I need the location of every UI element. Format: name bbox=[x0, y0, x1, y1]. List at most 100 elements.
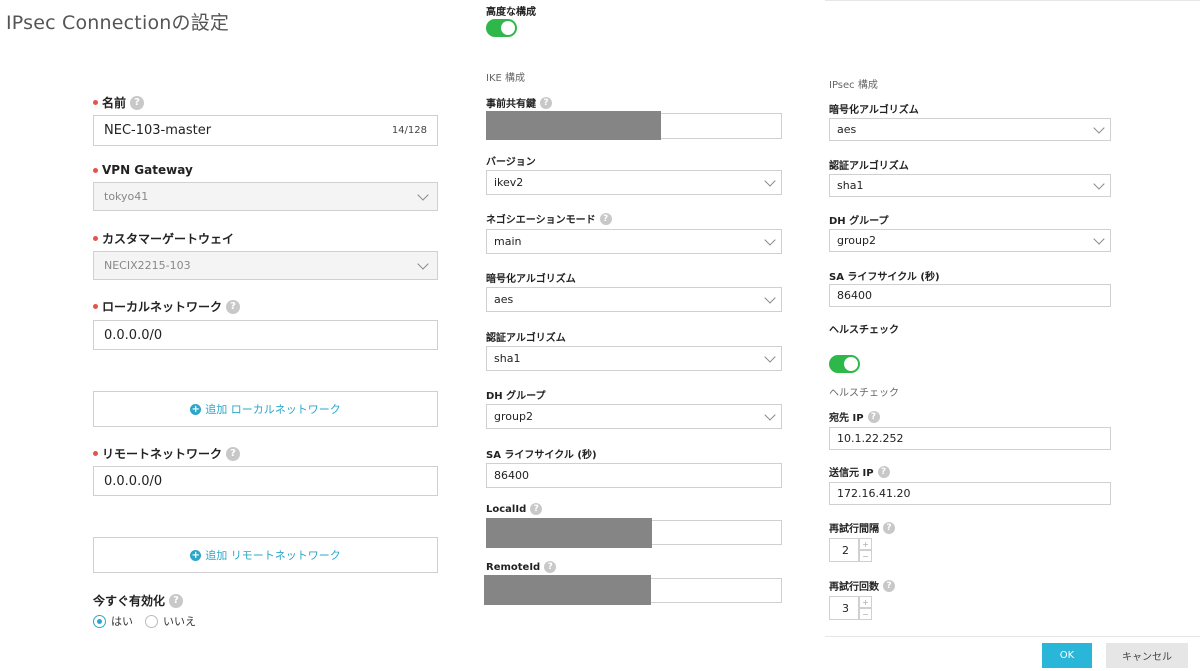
negotiation-mode-label: ネゴシエーションモード ? bbox=[486, 211, 612, 226]
src-ip-value: 172.16.41.20 bbox=[837, 487, 911, 500]
localid-label-text: LocalId bbox=[486, 503, 527, 515]
radio-selected-icon bbox=[93, 614, 106, 628]
divider bbox=[825, 0, 1200, 1]
chevron-down-icon bbox=[417, 257, 429, 270]
local-network-label-text: ローカルネットワーク bbox=[102, 300, 223, 314]
ike-auth-label-text: 認証アルゴリズム bbox=[486, 333, 566, 344]
redacted-mask bbox=[484, 575, 651, 605]
ike-section-heading: IKE 構成 bbox=[486, 73, 526, 84]
ipsec-sa-input[interactable]: 86400 bbox=[829, 284, 1111, 307]
ike-sa-input[interactable]: 86400 bbox=[486, 463, 782, 488]
customer-gateway-label: カスタマーゲートウェイ bbox=[93, 230, 234, 247]
customer-gateway-label-text: カスタマーゲートウェイ bbox=[102, 232, 235, 246]
ike-enc-label: 暗号化アルゴリズム bbox=[486, 270, 576, 285]
healthcheck-toggle[interactable] bbox=[829, 355, 860, 373]
increment-icon[interactable]: + bbox=[859, 596, 872, 608]
dest-ip-value: 10.1.22.252 bbox=[837, 432, 904, 445]
ipsec-enc-label: 暗号化アルゴリズム bbox=[829, 101, 919, 116]
src-ip-input[interactable]: 172.16.41.20 bbox=[829, 482, 1111, 505]
help-icon[interactable]: ? bbox=[883, 521, 895, 534]
ike-auth-select[interactable]: sha1 bbox=[486, 346, 782, 371]
dest-ip-label: 宛先 IP ? bbox=[829, 409, 880, 424]
ipsec-enc-select[interactable]: aes bbox=[829, 118, 1111, 141]
chevron-down-icon bbox=[764, 291, 776, 304]
ike-version-label: バージョン bbox=[486, 153, 536, 168]
src-ip-label: 送信元 IP ? bbox=[829, 464, 890, 479]
vpn-gateway-value: tokyo41 bbox=[104, 190, 149, 203]
help-icon[interactable]: ? bbox=[169, 593, 184, 608]
help-icon[interactable]: ? bbox=[883, 579, 895, 592]
ipsec-dh-select[interactable]: group2 bbox=[829, 229, 1111, 252]
healthcheck-label-text: ヘルスチェック bbox=[829, 325, 899, 336]
help-icon[interactable]: ? bbox=[540, 96, 552, 109]
redacted-mask bbox=[486, 111, 661, 140]
ike-sa-label: SA ライフサイクル (秒) bbox=[486, 446, 597, 461]
help-icon[interactable]: ? bbox=[530, 503, 543, 515]
help-icon[interactable]: ? bbox=[544, 561, 557, 573]
customer-gateway-value: NECIX2215-103 bbox=[104, 259, 191, 272]
add-remote-network-label: 追加 リモートネットワーク bbox=[205, 549, 341, 562]
ipsec-dh-label: DH グループ bbox=[829, 212, 889, 227]
healthcheck-section-heading: ヘルスチェック bbox=[829, 388, 899, 399]
help-icon[interactable]: ? bbox=[599, 212, 612, 225]
remote-network-label: リモートネットワーク ? bbox=[93, 445, 241, 462]
healthcheck-label: ヘルスチェック bbox=[829, 321, 899, 336]
vpn-gateway-label-text: VPN Gateway bbox=[102, 163, 193, 177]
help-icon[interactable]: ? bbox=[226, 299, 241, 314]
ipsec-auth-select[interactable]: sha1 bbox=[829, 174, 1111, 197]
retry-interval-stepper[interactable]: 2 + − bbox=[829, 538, 872, 562]
name-input[interactable]: NEC-103-master 14/128 bbox=[93, 115, 438, 146]
psk-label-text: 事前共有鍵 bbox=[486, 99, 536, 110]
remote-network-input[interactable]: 0.0.0.0/0 bbox=[93, 466, 438, 496]
remote-network-label-text: リモートネットワーク bbox=[102, 447, 223, 461]
help-icon[interactable]: ? bbox=[226, 446, 241, 461]
plus-circle-icon: + bbox=[190, 549, 202, 561]
ike-dh-select[interactable]: group2 bbox=[486, 404, 782, 429]
decrement-icon[interactable]: − bbox=[859, 550, 872, 562]
help-icon[interactable]: ? bbox=[877, 465, 890, 478]
required-dot bbox=[93, 304, 98, 309]
stepper-buttons: + − bbox=[859, 596, 872, 620]
ok-button[interactable]: OK bbox=[1042, 643, 1092, 668]
help-icon[interactable]: ? bbox=[130, 95, 145, 110]
required-dot bbox=[93, 451, 98, 456]
ike-dh-value: group2 bbox=[494, 410, 533, 423]
help-icon[interactable]: ? bbox=[867, 410, 880, 423]
chevron-down-icon bbox=[764, 408, 776, 421]
radio-no[interactable]: いいえ bbox=[145, 613, 196, 629]
ike-version-value: ikev2 bbox=[494, 176, 524, 189]
add-local-network-button[interactable]: + 追加 ローカルネットワーク bbox=[93, 391, 438, 427]
radio-no-label: いいえ bbox=[163, 615, 196, 628]
ipsec-auth-label-text: 認証アルゴリズム bbox=[829, 161, 909, 172]
footer-divider bbox=[825, 636, 1200, 637]
negotiation-mode-value: main bbox=[494, 235, 522, 248]
redacted-mask bbox=[486, 518, 652, 548]
decrement-icon[interactable]: − bbox=[859, 608, 872, 620]
local-network-input[interactable]: 0.0.0.0/0 bbox=[93, 320, 438, 350]
negotiation-mode-select[interactable]: main bbox=[486, 229, 782, 254]
advanced-config-toggle[interactable] bbox=[486, 19, 517, 37]
cancel-button[interactable]: キャンセル bbox=[1106, 643, 1188, 668]
retry-count-stepper[interactable]: 3 + − bbox=[829, 596, 872, 620]
name-char-counter: 14/128 bbox=[391, 125, 427, 136]
ike-version-label-text: バージョン bbox=[486, 157, 536, 168]
retry-interval-value[interactable]: 2 bbox=[829, 538, 859, 562]
increment-icon[interactable]: + bbox=[859, 538, 872, 550]
dest-ip-label-text: 宛先 IP bbox=[829, 413, 864, 424]
toggle-knob bbox=[844, 357, 858, 371]
psk-label: 事前共有鍵 ? bbox=[486, 95, 552, 110]
advanced-config-label-text: 高度な構成 bbox=[486, 7, 536, 18]
radio-yes[interactable]: はい bbox=[93, 613, 133, 629]
toggle-knob bbox=[501, 21, 515, 35]
add-remote-network-button[interactable]: + 追加 リモートネットワーク bbox=[93, 537, 438, 573]
ike-dh-label-text: DH グループ bbox=[486, 391, 546, 402]
enable-now-label: 今すぐ有効化 ? bbox=[93, 592, 184, 609]
vpn-gateway-select: tokyo41 bbox=[93, 182, 438, 211]
ike-enc-select[interactable]: aes bbox=[486, 287, 782, 312]
retry-count-value[interactable]: 3 bbox=[829, 596, 859, 620]
radio-yes-label: はい bbox=[111, 615, 133, 628]
chevron-down-icon bbox=[1093, 177, 1105, 190]
ike-version-select[interactable]: ikev2 bbox=[486, 170, 782, 195]
ike-dh-label: DH グループ bbox=[486, 387, 546, 402]
dest-ip-input[interactable]: 10.1.22.252 bbox=[829, 427, 1111, 450]
